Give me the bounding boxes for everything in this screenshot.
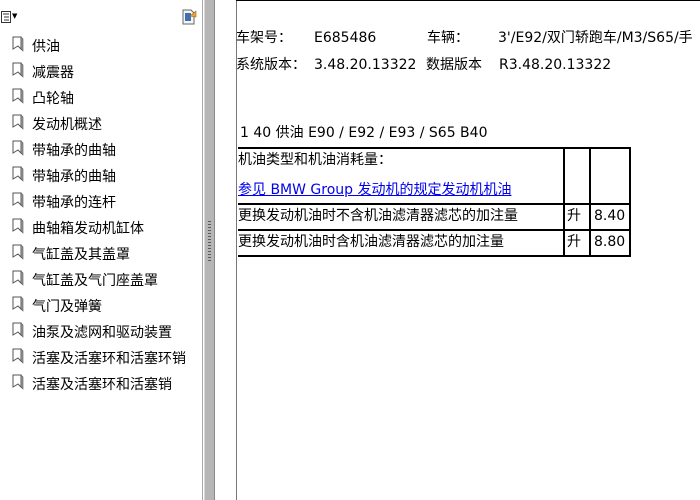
- table-row: 更换发动机油时含机油滤清器滤芯的加注量 升 8.80: [238, 229, 631, 257]
- options-menu-button[interactable]: ▼: [1, 8, 19, 25]
- bookmark-icon: [12, 374, 24, 390]
- table-cell: 升: [563, 229, 591, 257]
- bookmark-item[interactable]: 气缸盖及气门座盖罩: [0, 269, 202, 295]
- table-cell: [563, 147, 591, 205]
- splitter-grip[interactable]: [208, 221, 211, 261]
- bookmark-icon: [12, 166, 24, 182]
- bookmark-icon: [12, 218, 24, 234]
- oil-spec-table: 机油类型和机油消耗量： 参见 BMW Group 发动机的规定发动机机油 更换发…: [238, 147, 631, 257]
- table-cell: 8.80: [589, 229, 631, 257]
- bookmark-icon: [12, 192, 24, 208]
- pdf-viewer-window: ▼ 供油 减震器 凸轮轴 发动机概述 带轴承的曲轴 带轴承的曲轴 带轴承的连杆 …: [0, 0, 700, 500]
- bookmark-icon: [12, 140, 24, 156]
- bookmark-label: 活塞及活塞环和活塞销: [32, 377, 172, 393]
- section-heading: 1 40 供油 E90 / E92 / E93 / S65 B40: [240, 125, 488, 141]
- chevron-down-icon: ▼: [12, 12, 18, 20]
- bookmark-label: 气缸盖及气门座盖罩: [32, 273, 158, 289]
- data-version-value: R3.48.20.13322: [499, 57, 612, 73]
- bookmark-tree-icon: [1, 10, 11, 23]
- bookmark-icon: [12, 348, 24, 364]
- chassis-value: E685486: [314, 30, 377, 46]
- table-cell: 更换发动机油时含机油滤清器滤芯的加注量: [238, 229, 565, 257]
- bookmark-icon: [12, 322, 24, 338]
- bookmark-item[interactable]: 气门及弹簧: [0, 295, 202, 321]
- oil-type-text: 机油类型和机油消耗量：: [238, 152, 392, 168]
- table-cell: 机油类型和机油消耗量： 参见 BMW Group 发动机的规定发动机机油: [238, 147, 565, 205]
- bookmark-label: 减震器: [32, 65, 74, 81]
- engine-oil-link[interactable]: 参见 BMW Group 发动机的规定发动机机油: [238, 182, 512, 198]
- bookmark-icon: [12, 270, 24, 286]
- bookmark-icon: [12, 114, 24, 130]
- bookmark-label: 发动机概述: [32, 117, 102, 133]
- bookmark-icon: [12, 244, 24, 260]
- bookmark-item[interactable]: 活塞及活塞环和活塞环销: [0, 347, 202, 373]
- bookmark-label: 带轴承的曲轴: [32, 143, 116, 159]
- bookmarks-toolbar: ▼: [0, 0, 202, 32]
- bookmark-icon: [12, 296, 24, 312]
- bookmark-label: 活塞及活塞环和活塞环销: [32, 351, 186, 367]
- bookmarks-panel: ▼ 供油 减震器 凸轮轴 发动机概述 带轴承的曲轴 带轴承的曲轴 带轴承的连杆 …: [0, 0, 203, 500]
- table-cell: 8.40: [589, 203, 631, 231]
- table-row: 更换发动机油时不含机油滤清器滤芯的加注量 升 8.40: [238, 203, 631, 231]
- chassis-label: 车架号：: [236, 30, 292, 46]
- expand-bookmark-button[interactable]: [179, 7, 199, 27]
- table-cell: 更换发动机油时不含机油滤清器滤芯的加注量: [238, 203, 565, 231]
- bookmark-item[interactable]: 油泵及滤网和驱动装置: [0, 321, 202, 347]
- table-cell: [589, 147, 631, 205]
- vehicle-value: 3'/E92/双门轿跑车/M3/S65/手: [498, 30, 693, 46]
- bookmark-item[interactable]: 供油: [0, 35, 202, 61]
- expand-bookmark-icon: [182, 9, 197, 25]
- bookmark-label: 供油: [32, 39, 60, 55]
- bookmark-item[interactable]: 活塞及活塞环和活塞销: [0, 373, 202, 399]
- table-row: 机油类型和机油消耗量： 参见 BMW Group 发动机的规定发动机机油: [238, 147, 631, 205]
- bookmark-item[interactable]: 带轴承的曲轴: [0, 139, 202, 165]
- table-cell: 升: [563, 203, 591, 231]
- bookmark-label: 气门及弹簧: [32, 299, 102, 315]
- bookmark-label: 曲轴箱发动机缸体: [32, 221, 144, 237]
- bookmark-item[interactable]: 带轴承的连杆: [0, 191, 202, 217]
- header-rule: [236, 0, 700, 1]
- bookmark-list: 供油 减震器 凸轮轴 发动机概述 带轴承的曲轴 带轴承的曲轴 带轴承的连杆 曲轴…: [0, 35, 202, 399]
- bookmark-label: 凸轮轴: [32, 91, 74, 107]
- bookmark-item[interactable]: 发动机概述: [0, 113, 202, 139]
- bookmark-label: 气缸盖及其盖罩: [32, 247, 130, 263]
- bookmark-item[interactable]: 气缸盖及其盖罩: [0, 243, 202, 269]
- panel-splitter[interactable]: [204, 0, 215, 500]
- system-version-value: 3.48.20.13322: [314, 57, 417, 73]
- bookmark-icon: [12, 62, 24, 78]
- bookmark-item[interactable]: 减震器: [0, 61, 202, 87]
- bookmark-icon: [12, 88, 24, 104]
- vehicle-label: 车辆：: [427, 30, 469, 46]
- data-version-label: 数据版本: [426, 57, 482, 73]
- bookmark-label: 带轴承的连杆: [32, 195, 116, 211]
- bookmark-item[interactable]: 凸轮轴: [0, 87, 202, 113]
- bookmark-label: 油泵及滤网和驱动装置: [32, 325, 172, 341]
- bookmark-icon: [12, 36, 24, 52]
- system-version-label: 系统版本：: [236, 57, 306, 73]
- bookmark-item[interactable]: 带轴承的曲轴: [0, 165, 202, 191]
- bookmark-item[interactable]: 曲轴箱发动机缸体: [0, 217, 202, 243]
- bookmark-label: 带轴承的曲轴: [32, 169, 116, 185]
- document-page: 车架号： E685486 车辆： 3'/E92/双门轿跑车/M3/S65/手 系…: [216, 0, 700, 500]
- page-left-edge: [236, 0, 237, 500]
